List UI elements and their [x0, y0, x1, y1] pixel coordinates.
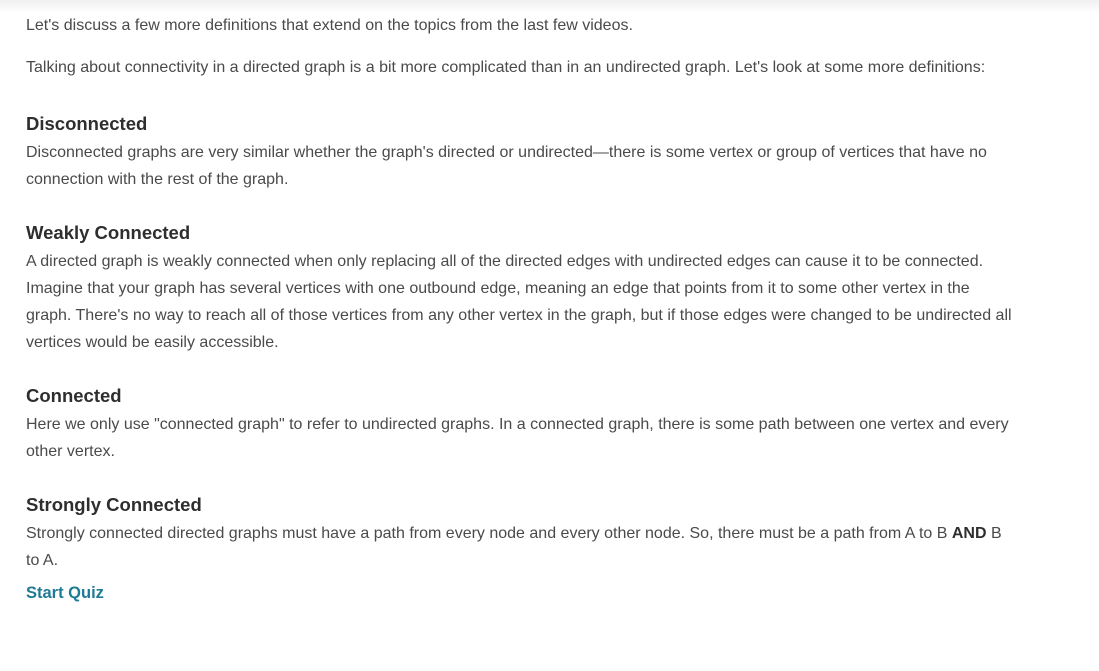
section-body: Here we only use "connected graph" to re… — [26, 416, 1009, 460]
section-connected: Connected Here we only use "connected gr… — [26, 383, 1016, 465]
section-body-text: Strongly connected directed graphs must … — [26, 525, 952, 542]
section-disconnected: Disconnected Disconnected graphs are ver… — [26, 111, 1016, 193]
section-heading: Connected — [26, 385, 122, 406]
section-heading: Disconnected — [26, 113, 148, 134]
section-heading: Strongly Connected — [26, 494, 202, 515]
intro-paragraph: Let's discuss a few more definitions tha… — [26, 17, 633, 34]
section-weakly-connected: Weakly Connected A directed graph is wea… — [26, 220, 1016, 356]
section-body: A directed graph is weakly connected whe… — [26, 253, 1012, 351]
section-heading: Weakly Connected — [26, 222, 191, 243]
start-quiz-link[interactable]: Start Quiz — [26, 581, 104, 605]
section-body: Strongly connected directed graphs must … — [26, 520, 1016, 574]
lesson-content: Let's discuss a few more definitions tha… — [26, 12, 1016, 605]
intro-paragraph-2: Talking about connectivity in a directed… — [26, 59, 986, 76]
section-strongly-connected: Strongly Connected Strongly connected di… — [26, 492, 1016, 574]
emphasis-and: AND — [951, 525, 987, 542]
section-body: Disconnected graphs are very similar whe… — [26, 144, 987, 188]
